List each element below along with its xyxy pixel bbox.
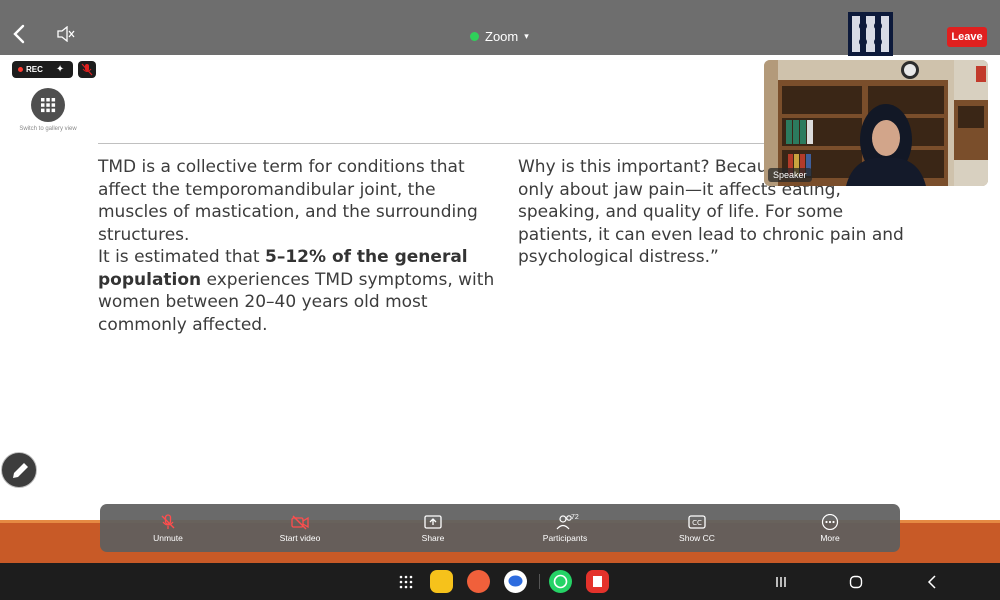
- recent-apps-icon[interactable]: [774, 575, 788, 594]
- share-screen-icon: [424, 515, 442, 529]
- recording-indicator[interactable]: REC ✦: [12, 61, 73, 78]
- speaker-video-tile[interactable]: Speaker: [764, 60, 988, 186]
- top-bar: Zoom ▾ Leave: [0, 0, 1000, 56]
- office-app-icon[interactable]: [586, 570, 609, 593]
- whatsapp-icon[interactable]: [549, 570, 572, 593]
- record-dot-icon: [18, 67, 23, 72]
- more-button[interactable]: More: [780, 510, 880, 548]
- start-video-button[interactable]: Start video: [250, 510, 350, 548]
- meeting-title: Zoom: [485, 29, 519, 44]
- audio-muted-icon[interactable]: [56, 25, 76, 47]
- system-back-icon[interactable]: [926, 575, 938, 594]
- slide-left-column: TMD is a collective term for conditions …: [98, 156, 498, 336]
- slide-paragraph-1: TMD is a collective term for conditions …: [98, 157, 478, 245]
- system-navigation-bar: [0, 563, 1000, 600]
- dock-separator: [539, 574, 540, 589]
- start-video-label: Start video: [279, 533, 321, 543]
- app-drawer-icon[interactable]: [398, 574, 414, 595]
- share-button[interactable]: Share: [383, 510, 483, 548]
- participants-button[interactable]: 72 Participants: [515, 510, 615, 548]
- show-cc-label: Show CC: [679, 533, 715, 543]
- share-label: Share: [421, 533, 445, 543]
- microphone-muted-icon: [161, 514, 175, 529]
- home-icon[interactable]: [849, 575, 863, 594]
- participants-count-badge: 72: [571, 514, 579, 521]
- annotate-button[interactable]: [1, 452, 37, 488]
- slide-paragraph-2: It is estimated that 5–12% of the genera…: [98, 246, 498, 336]
- organization-logo: [848, 12, 893, 56]
- video-off-icon: [291, 515, 309, 530]
- rec-label: REC: [26, 65, 43, 74]
- gallery-view-button[interactable]: [31, 88, 65, 122]
- more-dots-icon: [821, 514, 839, 530]
- grid-icon: [41, 98, 56, 113]
- unmute-button[interactable]: Unmute: [118, 510, 218, 548]
- svg-text:CC: CC: [692, 519, 702, 527]
- slide-text-start: It is estimated that: [98, 247, 265, 267]
- contacts-app-icon[interactable]: [467, 570, 490, 593]
- meeting-title-button[interactable]: Zoom ▾: [470, 29, 529, 44]
- back-chevron-icon[interactable]: [12, 24, 32, 48]
- pencil-icon: [13, 463, 28, 478]
- chevron-down-icon: ▾: [524, 31, 529, 41]
- leave-button[interactable]: Leave: [947, 27, 987, 47]
- gallery-view-label: Switch to gallery view: [19, 126, 77, 132]
- sparkle-icon: ✦: [55, 64, 65, 75]
- unmute-label: Unmute: [153, 533, 183, 543]
- closed-caption-icon: CC: [688, 515, 706, 529]
- files-app-icon[interactable]: [430, 570, 453, 593]
- messages-app-icon[interactable]: [504, 570, 527, 593]
- show-cc-button[interactable]: CC Show CC: [647, 510, 747, 548]
- participants-label: Participants: [542, 533, 588, 543]
- more-label: More: [820, 533, 840, 543]
- meeting-toolbar: Unmute Start video Share 72 Participants…: [100, 504, 900, 552]
- microphone-muted-icon[interactable]: [78, 61, 96, 78]
- status-dot-icon: [470, 32, 479, 41]
- speaker-label: Speaker: [768, 168, 812, 182]
